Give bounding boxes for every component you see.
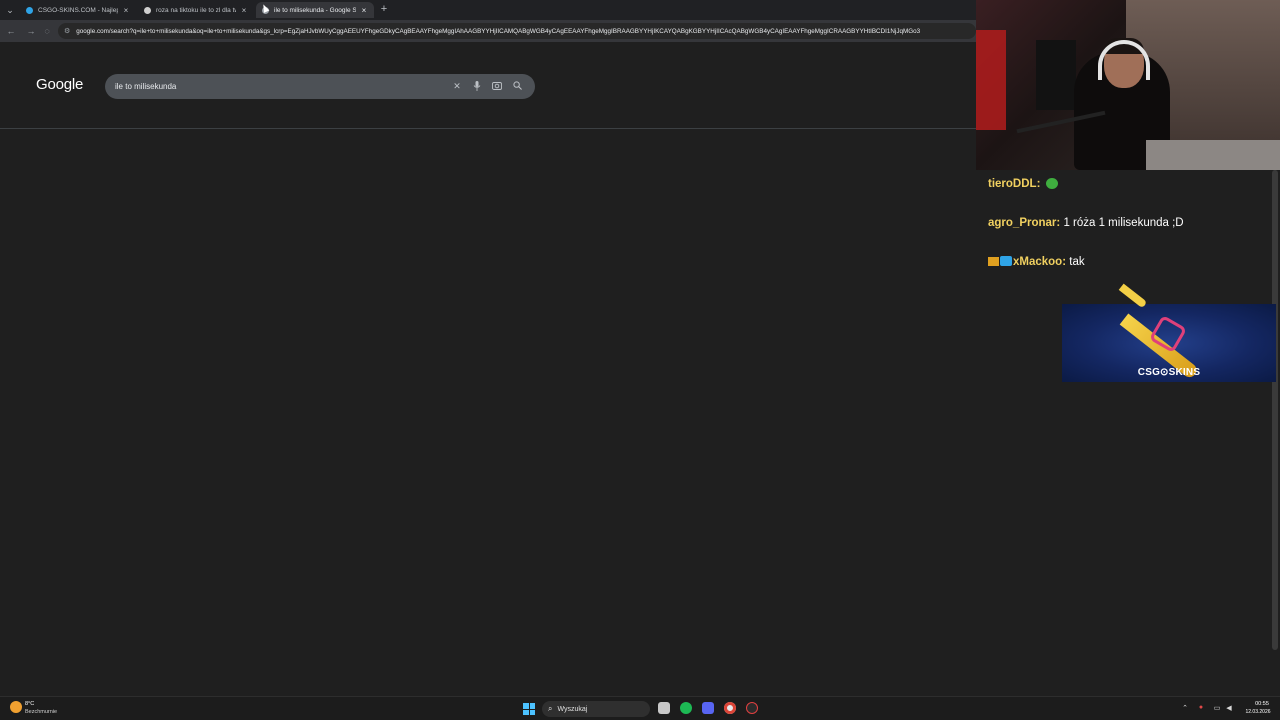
spotify-icon[interactable]: [680, 702, 692, 714]
taskbar: 8°C Bezchmurnie ⌕ Wyszukaj ⌃ ● ▭ ◀ 00:55…: [0, 696, 1280, 720]
site-info-icon[interactable]: ⚙: [64, 27, 70, 35]
obs-icon[interactable]: [746, 702, 758, 714]
tab-title: CSGO-SKINS.COM - Najlepsze: [38, 6, 118, 14]
google-logo[interactable]: Google: [36, 76, 83, 93]
voice-search-icon[interactable]: [469, 80, 485, 93]
search-input[interactable]: ile to milisekunda: [115, 82, 445, 91]
new-tab-button[interactable]: +: [378, 3, 390, 15]
tab-google-roza[interactable]: roza na tiktoku ile to zl dla twor ×: [138, 2, 254, 18]
clear-search-icon[interactable]: ✕: [449, 81, 465, 92]
search-box[interactable]: ile to milisekunda ✕: [105, 74, 535, 99]
clock-date[interactable]: 12.03.2026: [1240, 709, 1276, 715]
sponsor-banner: CSG⊙SKINS: [1062, 304, 1276, 382]
microphone-tray-icon[interactable]: ●: [1196, 704, 1206, 711]
screen: ⌄ CSGO-SKINS.COM - Najlepsze × roza na t…: [0, 0, 1280, 720]
weather-temperature[interactable]: 8°C: [25, 701, 34, 707]
forward-arrow-icon[interactable]: →: [24, 24, 38, 38]
address-bar[interactable]: ⚙ google.com/search?q=ile+to+milisekunda…: [58, 23, 976, 39]
windows-logo-square: [529, 703, 535, 709]
webcam-overlay: [976, 0, 1280, 170]
taskbar-search[interactable]: ⌕ Wyszukaj: [542, 701, 650, 717]
chat-username: agro_Pronar: [988, 217, 1057, 229]
task-view-icon[interactable]: [658, 702, 670, 714]
whatsapp-emote-icon: [1045, 178, 1058, 189]
tab-title: ile to milisekunda - Google Sea: [274, 6, 356, 14]
tray-chevron-up-icon[interactable]: ⌃: [1180, 704, 1190, 712]
chat-message: tieroDDL:: [988, 178, 1058, 190]
volume-icon[interactable]: ◀: [1224, 704, 1234, 712]
chrome-icon[interactable]: [724, 702, 736, 714]
start-button[interactable]: [523, 703, 535, 715]
chat-text: tak: [1069, 256, 1085, 268]
tab-search-chevron-icon[interactable]: ⌄: [4, 4, 16, 16]
windows-logo-square: [529, 709, 535, 715]
csgo-skins-favicon-icon: [26, 6, 33, 14]
tab-title: roza na tiktoku ile to zl dla twor: [156, 6, 236, 14]
windows-logo-square: [523, 703, 529, 709]
loading-spinner-icon[interactable]: ◌: [40, 24, 54, 38]
crown-badge-icon: [988, 257, 999, 266]
lens-camera-icon[interactable]: [489, 81, 505, 93]
windows-logo-square: [523, 709, 529, 715]
network-icon[interactable]: ▭: [1212, 704, 1222, 712]
chat-username: xMackoo: [1013, 256, 1063, 268]
close-tab-icon[interactable]: ×: [360, 6, 368, 15]
chat-username: tieroDDL: [988, 178, 1037, 190]
clock-time[interactable]: 00:55: [1248, 701, 1276, 707]
google-favicon-icon: [144, 6, 151, 14]
taskbar-search-placeholder: Wyszukaj: [557, 705, 588, 713]
back-arrow-icon[interactable]: ←: [4, 24, 18, 38]
search-icon: ⌕: [548, 704, 553, 713]
chat-colon: :: [1056, 217, 1061, 229]
close-tab-icon[interactable]: ×: [122, 6, 130, 15]
weather-icon[interactable]: [10, 701, 22, 713]
chat-colon: :: [1036, 178, 1041, 190]
weather-description[interactable]: Bezchmurnie: [25, 709, 57, 715]
chat-message: xMackoo: tak: [988, 256, 1085, 268]
webcam-red-light: [976, 30, 1006, 130]
webcam-speaker: [1036, 40, 1076, 110]
sponsor-logo-text: CSG⊙SKINS: [1137, 367, 1201, 378]
tab-google-milisekunda[interactable]: ile to milisekunda - Google Sea ×: [256, 2, 374, 18]
chat-text: 1 róża 1 milisekunda ;D: [1063, 217, 1184, 229]
address-url: google.com/search?q=ile+to+milisekunda&o…: [76, 27, 921, 35]
search-icon[interactable]: [509, 81, 525, 92]
subscriber-badge-icon: [1000, 256, 1012, 266]
chat-message: agro_Pronar: 1 róża 1 milisekunda ;D: [988, 217, 1184, 229]
discord-icon[interactable]: [702, 702, 714, 714]
tab-csgo-skins[interactable]: CSGO-SKINS.COM - Najlepsze ×: [20, 2, 136, 18]
close-tab-icon[interactable]: ×: [240, 6, 248, 15]
results-divider: [0, 128, 976, 129]
webcam-desk: [1146, 140, 1280, 170]
chat-colon: :: [1062, 256, 1067, 268]
google-results-page: Google ile to milisekunda ✕: [0, 42, 976, 696]
stream-chat: tieroDDL: agro_Pronar: 1 róża 1 miliseku…: [976, 170, 1272, 290]
page-scrollbar[interactable]: [1272, 170, 1278, 650]
